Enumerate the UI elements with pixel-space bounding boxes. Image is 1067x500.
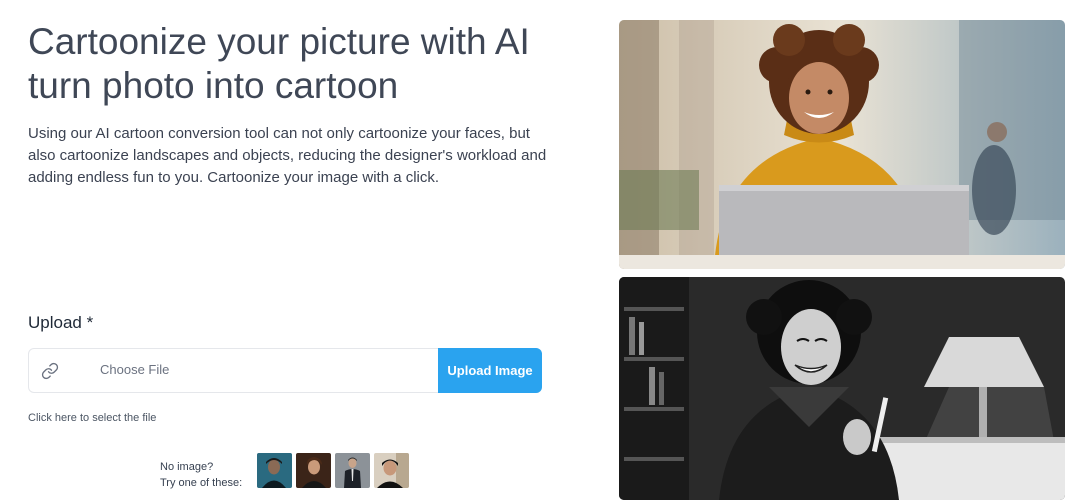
sample-images [257,453,409,488]
upload-image-button[interactable]: Upload Image [438,348,542,393]
description: Using our AI cartoon conversion tool can… [28,125,547,186]
sample-photo [619,20,1065,269]
sample-prompt-line-1: No image? [160,461,214,473]
sample-thumbnail-3[interactable] [335,453,370,488]
sample-thumbnail-1[interactable] [257,453,292,488]
cartoon-result-image [619,277,1065,500]
sample-thumbnail-4[interactable] [374,453,409,488]
page-title: Cartoonize your picture with AI turn pho… [28,20,588,108]
title-line-2: turn photo into cartoon [28,65,399,106]
sample-prompt: No image? Try one of these: [160,459,242,491]
title-line-1: Cartoonize your picture with AI [28,21,530,62]
upload-label: Upload * [28,313,94,332]
sample-thumbnail-2[interactable] [296,453,331,488]
link-icon [41,362,59,380]
file-upload-field[interactable]: Choose File Upload Image [28,348,542,393]
upload-hint: Click here to select the file [28,412,157,424]
sample-prompt-line-2: Try one of these: [160,477,243,489]
choose-file-text[interactable]: Choose File [100,362,169,377]
